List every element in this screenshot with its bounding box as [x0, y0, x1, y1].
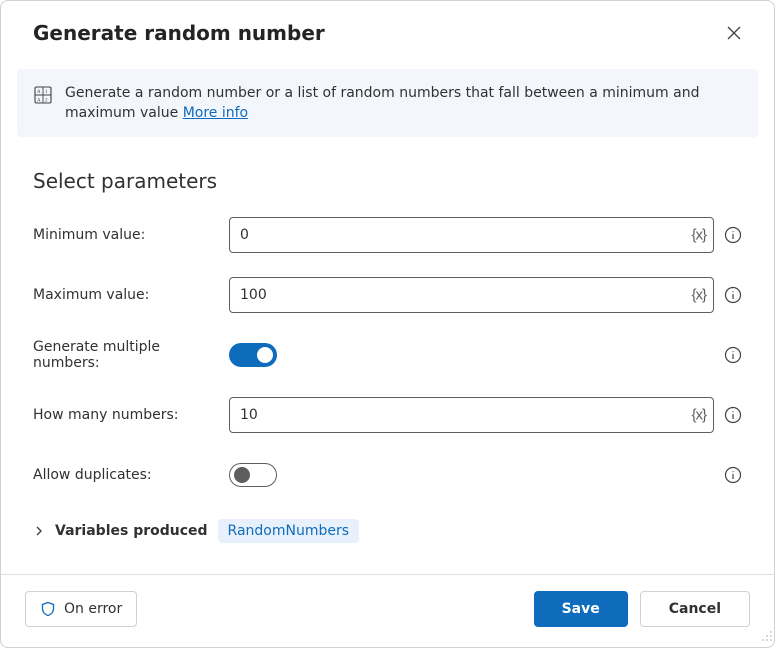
param-row-duplicates: Allow duplicates: [33, 457, 742, 493]
svg-text:A: A [37, 90, 41, 95]
section-title: Select parameters [33, 169, 742, 193]
info-icon [724, 406, 742, 424]
action-icon: A 1 A 2 [33, 85, 53, 109]
label-multiple: Generate multiple numbers: [33, 339, 229, 371]
input-minimum[interactable] [229, 217, 714, 253]
param-row-count: How many numbers: {x} [33, 397, 742, 433]
banner-text: Generate a random number or a list of ra… [65, 83, 742, 123]
variables-produced-row: Variables produced RandomNumbers [33, 519, 742, 543]
svg-text:1: 1 [45, 90, 48, 95]
chevron-right-icon [33, 525, 45, 537]
variable-picker-icon[interactable]: {x} [691, 407, 706, 424]
label-maximum: Maximum value: [33, 287, 229, 303]
banner-description: Generate a random number or a list of ra… [65, 85, 699, 121]
toggle-multiple[interactable] [229, 343, 277, 367]
info-icon [724, 286, 742, 304]
dialog-body: Select parameters Minimum value: {x} Max… [1, 137, 774, 574]
close-icon [727, 26, 741, 40]
param-row-multiple: Generate multiple numbers: [33, 337, 742, 373]
dialog-footer: On error Save Cancel [1, 574, 774, 647]
info-icon [724, 226, 742, 244]
info-banner: A 1 A 2 Generate a random number or a li… [17, 69, 758, 137]
toggle-duplicates[interactable] [229, 463, 277, 487]
variables-label[interactable]: Variables produced [55, 523, 208, 539]
dialog-title: Generate random number [33, 21, 325, 45]
on-error-label: On error [64, 601, 122, 617]
dialog-header: Generate random number [1, 1, 774, 61]
more-info-link[interactable]: More info [183, 105, 248, 121]
label-duplicates: Allow duplicates: [33, 467, 229, 483]
info-minimum[interactable] [724, 226, 742, 244]
input-count[interactable] [229, 397, 714, 433]
info-maximum[interactable] [724, 286, 742, 304]
svg-text:A: A [37, 99, 41, 104]
variable-chip[interactable]: RandomNumbers [218, 519, 360, 543]
close-button[interactable] [718, 17, 750, 49]
param-row-minimum: Minimum value: {x} [33, 217, 742, 253]
variable-picker-icon[interactable]: {x} [691, 287, 706, 304]
info-icon [724, 346, 742, 364]
info-duplicates[interactable] [724, 466, 742, 484]
label-minimum: Minimum value: [33, 227, 229, 243]
variables-expand[interactable] [33, 525, 45, 537]
dialog: Generate random number A 1 A 2 Generate … [0, 0, 775, 648]
shield-icon [40, 601, 56, 617]
info-count[interactable] [724, 406, 742, 424]
input-maximum[interactable] [229, 277, 714, 313]
param-row-maximum: Maximum value: {x} [33, 277, 742, 313]
resize-grip[interactable] [761, 630, 773, 646]
info-multiple[interactable] [724, 346, 742, 364]
variable-picker-icon[interactable]: {x} [691, 227, 706, 244]
resize-grip-icon [761, 630, 773, 642]
on-error-button[interactable]: On error [25, 591, 137, 627]
save-button[interactable]: Save [534, 591, 628, 627]
cancel-button[interactable]: Cancel [640, 591, 750, 627]
info-icon [724, 466, 742, 484]
label-count: How many numbers: [33, 407, 229, 423]
